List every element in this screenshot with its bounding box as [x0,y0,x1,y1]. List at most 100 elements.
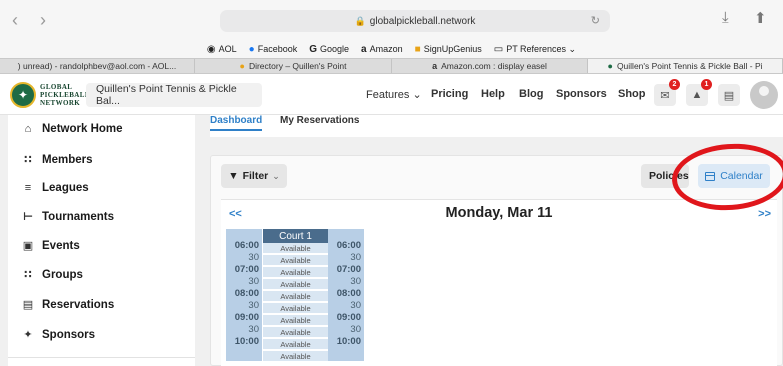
messages-button[interactable]: ✉ 2 [654,79,680,106]
forward-icon[interactable]: › [40,10,46,31]
share-icon[interactable]: ⬆ [754,9,767,27]
bookmark-pt-references[interactable]: ▭ PT References ⌄ [494,44,576,55]
avatar[interactable] [750,81,778,109]
lock-icon: 🔒 [354,15,366,26]
slot-available[interactable]: Available [263,243,328,254]
browser-toolbar: ‹ › 🔒 globalpickleball.network ↻ ⤓ ⬆ [0,0,783,40]
logo-line: GLOBAL [40,83,73,91]
time-label: 30 [248,324,259,335]
bookmark-facebook[interactable]: ● Facebook [249,44,298,55]
time-label: 10:00 [336,336,361,347]
bell-icon: ▲ [691,89,703,101]
bookmark-signupgenius[interactable]: ■ SignUpGenius [415,44,482,55]
slot-available[interactable]: Available [263,315,328,326]
sidebar-item-label: Leagues [42,182,89,194]
club-selector[interactable]: Quillen's Point Tennis & Pickle Bal... [86,83,262,107]
nav-blog[interactable]: Blog [519,88,543,100]
back-icon[interactable]: ‹ [12,10,18,31]
sidebar-item-label: Events [42,239,80,252]
tab-directory[interactable]: ● Directory – Quillen's Point [195,59,392,73]
sidebar-item-label: Groups [42,268,83,281]
groups-icon: ∷ [24,269,32,281]
app-header: ✦ GLOBAL PICKLEBALL NETWORK Quillen's Po… [0,75,783,115]
time-label: 07:00 [234,264,259,275]
bookmark-aol[interactable]: ◉ AOL [207,44,237,55]
sparkle-icon: ✦ [23,329,33,341]
slot-available[interactable]: Available [263,339,328,350]
slot-available[interactable]: Available [263,351,328,362]
time-label: 30 [248,276,259,287]
time-label: 30 [350,252,361,263]
amazon-icon: a [432,61,438,71]
bookmarks-bar: ◉ AOL ● Facebook G Google a Amazon ■ Sig… [0,40,783,58]
nav-features[interactable]: Features ⌄ [366,88,422,101]
facebook-icon: ● [248,43,255,55]
reload-icon[interactable]: ↻ [591,14,600,27]
logo-text: GLOBAL PICKLEBALL NETWORK [40,83,90,107]
bell-badge: 1 [701,79,712,90]
slot-available[interactable]: Available [263,291,328,302]
bracket-icon: ⊢ [22,211,34,223]
slot-available[interactable]: Available [263,267,328,278]
mail-badge: 2 [669,79,680,90]
notifications-button[interactable]: ▲ 1 [686,79,712,106]
calendar-icon: ▣ [22,240,34,252]
bookmark-label: PT References ⌄ [506,43,577,54]
sidebar-item-label: Reservations [42,298,115,311]
sidebar-item-events[interactable]: ▣ Events [22,239,80,253]
bookmark-amazon[interactable]: a Amazon [361,44,403,55]
sidebar-item-groups[interactable]: ∷ Groups [22,268,83,282]
browser-tabs: ) unread) - randolphbev@aol.com - AOL...… [0,58,783,74]
time-label: 30 [248,252,259,263]
time-label: 30 [350,276,361,287]
bookmark-label: AOL [218,44,237,54]
filter-button[interactable]: ▼ Filter ⌄ [221,164,287,188]
bookmark-google[interactable]: G Google [309,44,349,55]
list-icon: ≡ [24,182,32,194]
sidebar-item-members[interactable]: ∷ Members [22,153,92,167]
slot-available[interactable]: Available [263,327,328,338]
nav-help[interactable]: Help [481,88,505,100]
sidebar-item-label: Sponsors [42,328,96,341]
sidebar-item-tournaments[interactable]: ⊢ Tournaments [22,210,114,224]
calendar-view: Monday, Mar 11 << >> 06:00 30 07:00 30 0… [221,199,777,366]
download-icon[interactable]: ⤓ [722,9,729,26]
slot-available[interactable]: Available [263,255,328,266]
time-label: 06:00 [336,240,361,251]
sidebar-divider [8,357,195,358]
id-card-icon: ▤ [723,89,735,102]
nav-sponsors[interactable]: Sponsors [556,88,607,100]
tab-quillens-point[interactable]: ● Quillen's Point Tennis & Pickle Ball -… [588,59,783,73]
filter-label: Filter [242,170,269,182]
sidebar-item-leagues[interactable]: ≡ Leagues [22,182,89,194]
slot-available[interactable]: Available [263,279,328,290]
previous-day-link[interactable]: << [229,208,242,220]
sidebar-item-label: Tournaments [42,210,114,223]
time-column-left: 06:00 30 07:00 30 08:00 30 09:00 30 10:0… [226,229,262,361]
nav-shop[interactable]: Shop [618,88,646,100]
time-label: 08:00 [336,288,361,299]
profile-card-button[interactable]: ▤ [718,84,740,106]
time-column-right: 06:00 30 07:00 30 08:00 30 09:00 30 10:0… [328,229,364,361]
time-label: 30 [350,300,361,311]
global-pickleball-logo-icon[interactable]: ✦ [10,82,36,108]
bookmark-label: Amazon [369,44,403,54]
tab-dashboard[interactable]: Dashboard [210,115,263,131]
tab-label: Directory – Quillen's Point [248,61,347,71]
url-text: globalpickleball.network [369,15,476,27]
tab-label: Quillen's Point Tennis & Pickle Ball - P… [616,61,763,71]
tab-aol-mail[interactable]: ) unread) - randolphbev@aol.com - AOL... [0,59,195,73]
address-bar[interactable]: 🔒 globalpickleball.network ↻ [220,10,610,32]
tab-my-reservations[interactable]: My Reservations [280,115,359,126]
mail-icon: ✉ [660,89,670,102]
slot-available[interactable]: Available [263,303,328,314]
tab-label: ) unread) - randolphbev@aol.com - AOL... [17,61,177,71]
time-label: 30 [248,300,259,311]
tab-amazon[interactable]: a Amazon.com : display easel [392,59,588,73]
sidebar-item-sponsors[interactable]: ✦ Sponsors [22,328,96,342]
sidebar-item-reservations[interactable]: ▤ Reservations [22,298,115,312]
folder-icon: ▭ [493,43,504,55]
sidebar-item-network-home[interactable]: ⌂ Network Home [22,123,123,135]
nav-pricing[interactable]: Pricing [431,88,468,100]
next-day-link[interactable]: >> [758,208,771,220]
